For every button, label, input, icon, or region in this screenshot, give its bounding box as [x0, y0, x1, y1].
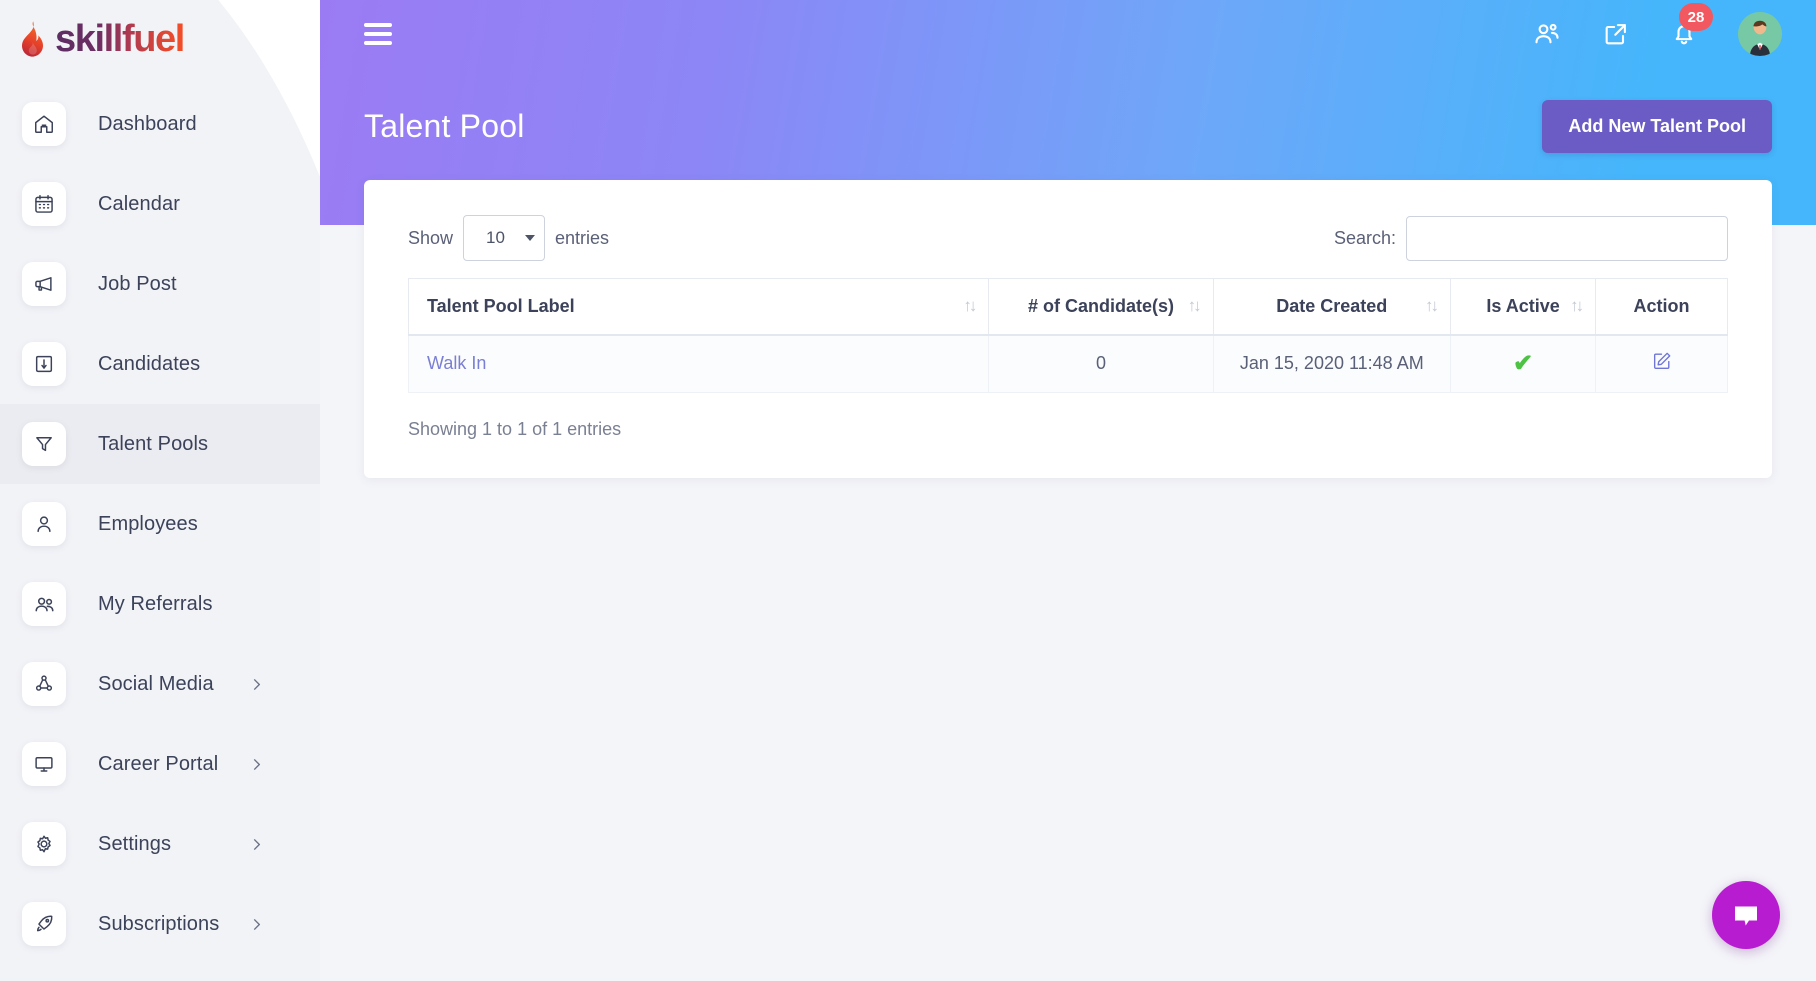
chat-bubble-icon[interactable] — [1712, 881, 1780, 949]
sidebar-item-label: Job Post — [98, 272, 177, 295]
external-link-icon[interactable] — [1602, 20, 1630, 48]
cell-action — [1595, 334, 1728, 393]
table-header-row: Talent Pool Label ↑↓ # of Candidate(s) ↑… — [407, 278, 1728, 336]
active-check-icon: ✔ — [1512, 350, 1534, 378]
sidebar: skillfuel Dashboard Calendar Job Post Ca… — [0, 0, 320, 981]
page-header: Talent Pool Add New Talent Pool — [320, 68, 1816, 158]
sidebar-item-employees[interactable]: Employees — [0, 484, 320, 564]
sidebar-item-label: Candidates — [98, 352, 201, 375]
cell-talent-pool-label: Walk In — [407, 334, 990, 393]
avatar-image — [1738, 12, 1782, 56]
table-row: Walk In 0 Jan 15, 2020 11:48 AM ✔ — [407, 334, 1728, 393]
calendar-icon — [22, 182, 66, 226]
column-header-date-created[interactable]: Date Created ↑↓ — [1212, 278, 1452, 336]
edit-icon[interactable] — [1651, 350, 1673, 372]
top-bar: 28 — [320, 0, 1816, 68]
sort-icon: ↑↓ — [1187, 296, 1202, 316]
megaphone-icon — [22, 262, 66, 306]
talent-pool-table: Talent Pool Label ↑↓ # of Candidate(s) ↑… — [407, 278, 1728, 393]
table-info: Showing 1 to 1 of 1 entries — [408, 419, 622, 439]
page-title: Talent Pool — [364, 107, 525, 144]
add-new-talent-pool-button[interactable]: Add New Talent Pool — [1542, 99, 1772, 153]
column-label: Talent Pool Label — [427, 295, 575, 316]
candidate-icon — [22, 342, 66, 386]
talent-pool-card: Show 10 entries Search: Talent Pool Labe… — [364, 180, 1772, 478]
page-length-select[interactable]: 10 — [463, 215, 546, 261]
sidebar-item-talent-pools[interactable]: Talent Pools — [0, 404, 320, 484]
column-label: Date Created — [1276, 295, 1388, 316]
column-label: Action — [1633, 295, 1690, 316]
cell-date-created: Jan 15, 2020 11:48 AM — [1212, 334, 1452, 393]
share-nodes-icon — [22, 662, 66, 706]
chevron-right-icon[interactable] — [249, 757, 264, 772]
sidebar-item-career-portal[interactable]: Career Portal — [0, 724, 320, 804]
sidebar-item-label: Career Portal — [98, 752, 219, 775]
search-control: Search: — [1333, 215, 1728, 261]
monitor-icon — [22, 742, 66, 786]
chevron-right-icon[interactable] — [249, 917, 264, 932]
sidebar-item-label: Settings — [98, 832, 172, 855]
sort-icon: ↑↓ — [1425, 296, 1439, 316]
funnel-icon — [22, 422, 66, 466]
sidebar-nav: Dashboard Calendar Job Post Candidates T… — [0, 84, 320, 964]
column-header-talent-pool-label[interactable]: Talent Pool Label ↑↓ — [407, 278, 990, 336]
sidebar-item-label: Social Media — [98, 672, 214, 695]
column-header-is-active[interactable]: Is Active ↑↓ — [1449, 278, 1597, 336]
home-icon — [22, 102, 66, 146]
datatable-toolbar: Show 10 entries Search: — [408, 210, 1728, 266]
sidebar-item-label: Employees — [98, 512, 198, 535]
sidebar-item-subscriptions[interactable]: Subscriptions — [0, 884, 320, 964]
talent-pool-link[interactable]: Walk In — [427, 353, 486, 373]
chevron-down-icon — [525, 235, 536, 241]
sidebar-item-label: Subscriptions — [98, 912, 220, 935]
search-input[interactable] — [1406, 215, 1728, 261]
hamburger-icon[interactable] — [364, 23, 392, 45]
rocket-icon — [22, 902, 66, 946]
brand-name: skillfuel — [55, 18, 185, 60]
sidebar-item-settings[interactable]: Settings — [0, 804, 320, 884]
topbar-actions: 28 — [1532, 3, 1782, 56]
entries-label: entries — [555, 227, 610, 248]
sidebar-item-candidates[interactable]: Candidates — [0, 324, 320, 404]
app-root: skillfuel Dashboard Calendar Job Post Ca… — [0, 0, 1816, 981]
page-length-value: 10 — [486, 228, 505, 247]
cell-candidate-count: 0 — [988, 334, 1214, 393]
show-label: Show — [408, 227, 454, 248]
brand-logo[interactable]: skillfuel — [0, 0, 320, 78]
sort-icon: ↑↓ — [1570, 296, 1584, 316]
users-icon — [22, 582, 66, 626]
column-header-candidates[interactable]: # of Candidate(s) ↑↓ — [988, 278, 1214, 336]
sidebar-item-dashboard[interactable]: Dashboard — [0, 84, 320, 164]
cell-is-active: ✔ — [1449, 334, 1597, 393]
search-label: Search: — [1333, 227, 1396, 248]
bell-icon[interactable]: 28 — [1670, 3, 1713, 48]
sidebar-item-label: Dashboard — [98, 112, 197, 135]
sidebar-item-label: Calendar — [98, 192, 180, 215]
sort-icon: ↑↓ — [963, 296, 977, 316]
column-header-action: Action — [1595, 278, 1728, 336]
chevron-right-icon[interactable] — [249, 677, 264, 692]
sidebar-item-calendar[interactable]: Calendar — [0, 164, 320, 244]
chat-bubble-glyph — [1735, 906, 1757, 926]
users-icon[interactable] — [1532, 19, 1562, 49]
show-entries-control: Show 10 entries — [408, 215, 609, 261]
chevron-right-icon[interactable] — [249, 837, 264, 852]
flame-icon — [22, 21, 43, 57]
avatar[interactable] — [1738, 12, 1782, 56]
sidebar-item-my-referrals[interactable]: My Referrals — [0, 564, 320, 644]
gear-icon — [22, 822, 66, 866]
sidebar-item-label: My Referrals — [98, 592, 213, 615]
user-icon — [22, 502, 66, 546]
column-label: # of Candidate(s) — [1027, 295, 1174, 316]
sidebar-item-label: Talent Pools — [98, 432, 209, 455]
sidebar-item-social-media[interactable]: Social Media — [0, 644, 320, 724]
table-body: Walk In 0 Jan 15, 2020 11:48 AM ✔ — [407, 334, 1728, 393]
main-content: 28 Talent Pool Add New Talent Pool Show … — [320, 0, 1816, 981]
table-header: Talent Pool Label ↑↓ # of Candidate(s) ↑… — [407, 278, 1728, 336]
sidebar-item-job-post[interactable]: Job Post — [0, 244, 320, 324]
notification-badge: 28 — [1679, 3, 1713, 31]
column-label: Is Active — [1486, 295, 1560, 316]
